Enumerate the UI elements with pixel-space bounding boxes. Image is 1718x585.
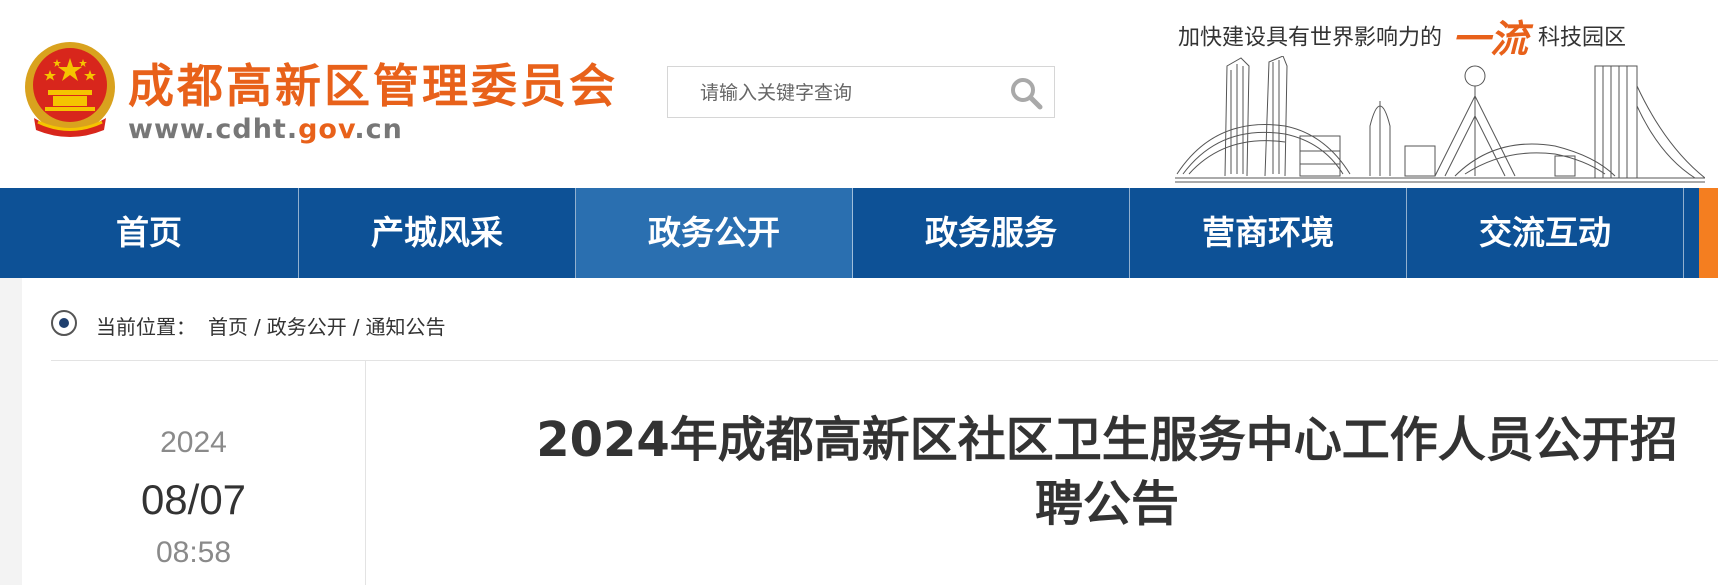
slogan-highlight: 一流 [1452,16,1529,61]
main-nav: 首页 产城风采 政务公开 政务服务 营商环境 交流互动 [0,188,1718,278]
nav-item-interaction[interactable]: 交流互动 [1407,188,1684,278]
nav-item-home[interactable]: 首页 [0,188,299,278]
url-prefix: www.cdht. [128,114,299,145]
search-input[interactable] [698,77,992,109]
nav-end-accent [1699,188,1718,278]
national-emblem-icon [25,42,115,137]
main-content: 当前位置： 首页 / 政务公开 / 通知公告 2024 08/07 08:58 2024… [22,278,1718,585]
nav-item-city-style[interactable]: 产城风采 [299,188,576,278]
site-header: 成都高新区管理委员会 www.cdht.gov.cn 加快建设具有世界影响力的一… [0,0,1718,188]
publish-date: 08/07 [140,476,247,523]
search-icon[interactable] [1008,75,1044,111]
location-icon [51,310,77,336]
breadcrumb: 首页 / 政务公开 / 通知公告 [208,311,446,340]
nav-item-business-env[interactable]: 营商环境 [1130,188,1407,278]
slogan-before: 加快建设具有世界影响力的 [1178,25,1443,51]
nav-item-gov-services[interactable]: 政务服务 [853,188,1130,278]
slogan-after: 科技园区 [1538,25,1627,51]
horizontal-divider [51,360,1718,361]
breadcrumb-notices[interactable]: 通知公告 [366,315,446,339]
site-title: 成都高新区管理委员会 [128,59,618,113]
nav-item-gov-affairs[interactable]: 政务公开 [576,188,853,278]
site-url: www.cdht.gov.cn [128,114,403,145]
article-title: 2024年成都高新区社区卫生服务中心工作人员公开招聘公告 [536,412,1678,532]
url-suffix: .cn [354,114,403,145]
breadcrumb-label: 当前位置： [96,315,196,339]
publish-time: 08:58 [155,536,232,569]
breadcrumb-separator: / [352,315,360,339]
breadcrumb-gov-affairs[interactable]: 政务公开 [267,315,347,339]
breadcrumb-separator: / [254,315,261,339]
url-highlight: gov [298,114,355,145]
publish-year: 2024 [160,426,227,459]
breadcrumb-home[interactable]: 首页 [208,315,248,339]
skyline-illustration [1175,56,1705,183]
location-icon-dot [59,318,69,328]
search-box [667,66,1055,118]
slogan: 加快建设具有世界影响力的 一流 科技园区 [1178,8,1627,61]
vertical-divider [365,361,366,585]
